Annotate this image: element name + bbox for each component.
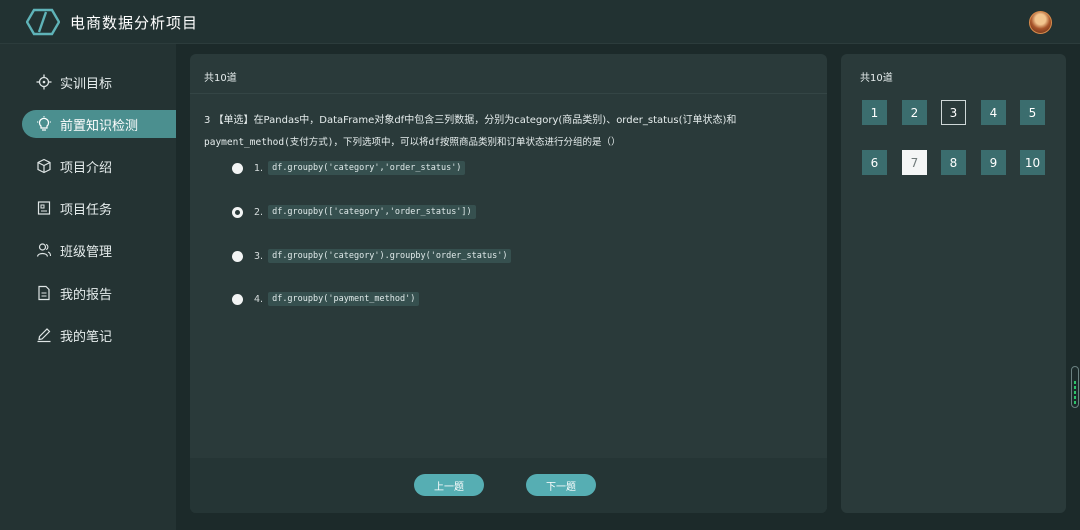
- scroll-indicator[interactable]: [1071, 366, 1079, 408]
- question-number: 3: [204, 115, 211, 126]
- question-nav-8[interactable]: 8: [941, 150, 966, 175]
- question-count: 共10道: [204, 73, 237, 84]
- navigator-count: 共10道: [860, 73, 893, 84]
- sidebar-item-my-notes[interactable]: 我的笔记: [22, 321, 176, 349]
- question-nav-2[interactable]: 2: [902, 100, 927, 125]
- question-text-line-1: 在Pandas中，DataFrame对象df中包含三列数据，分别为categor…: [253, 115, 737, 126]
- sidebar: 实训目标 前置知识检测 项目介绍 项目任务 班级管理 我的报告 我的笔记: [0, 44, 176, 530]
- question-nav-9[interactable]: 9: [981, 150, 1006, 175]
- lightbulb-icon: [37, 116, 51, 131]
- radio-button[interactable]: [232, 250, 243, 262]
- sidebar-item-label: 班级管理: [60, 244, 113, 260]
- question-nav-5[interactable]: 5: [1020, 100, 1045, 125]
- sidebar-item-my-reports[interactable]: 我的报告: [22, 279, 176, 307]
- option-code: df.groupby('category','order_status'): [268, 161, 466, 175]
- option-code: df.groupby(['category','order_status']): [268, 205, 476, 219]
- sidebar-item-label: 我的笔记: [60, 329, 113, 345]
- cube-icon: [37, 158, 51, 174]
- question-type: 【单选】: [213, 115, 254, 126]
- quiz-footer: 上一题 下一题: [190, 458, 827, 513]
- option-code: df.groupby('category').groupby('order_st…: [268, 249, 512, 263]
- sidebar-item-class-management[interactable]: 班级管理: [22, 236, 176, 264]
- sidebar-item-label: 项目介绍: [60, 160, 113, 176]
- sidebar-item-project-intro[interactable]: 项目介绍: [22, 152, 176, 180]
- option-number: 3.: [254, 250, 264, 262]
- question-nav-4[interactable]: 4: [981, 100, 1006, 125]
- question-nav-10[interactable]: 10: [1020, 150, 1045, 175]
- quiz-panel: 共10道 3 【单选】在Pandas中，DataFrame对象df中包含三列数据…: [190, 54, 827, 513]
- prev-question-button[interactable]: 上一题: [414, 474, 484, 496]
- question-nav-7[interactable]: 7: [902, 150, 927, 175]
- app-title: 电商数据分析项目: [70, 14, 199, 32]
- answer-option-2[interactable]: 2. df.groupby(['category','order_status'…: [232, 204, 476, 220]
- sidebar-item-project-tasks[interactable]: 项目任务: [22, 194, 176, 222]
- radio-button[interactable]: [232, 162, 243, 174]
- answer-option-4[interactable]: 4. df.groupby('payment_method'): [232, 291, 420, 307]
- hexagon-logo-icon[interactable]: [26, 8, 60, 36]
- question-navigator: 共10道 1 2 3 4 5 6 7 8 9 10: [841, 54, 1066, 513]
- sidebar-item-knowledge-check[interactable]: 前置知识检测: [22, 110, 176, 138]
- option-number: 4.: [254, 293, 264, 305]
- users-icon: [36, 243, 52, 257]
- sidebar-item-label: 项目任务: [60, 202, 113, 218]
- question-text: 3 【单选】在Pandas中，DataFrame对象df中包含三列数据，分别为c…: [204, 110, 804, 154]
- quiz-panel-header: 共10道: [190, 54, 827, 94]
- question-nav-6[interactable]: 6: [862, 150, 887, 175]
- answer-option-1[interactable]: 1. df.groupby('category','order_status'): [232, 160, 466, 176]
- option-number: 1.: [254, 162, 264, 174]
- sidebar-item-label: 前置知识检测: [60, 118, 139, 134]
- user-avatar[interactable]: [1029, 11, 1052, 34]
- pen-icon: [37, 328, 51, 343]
- option-number: 2.: [254, 206, 264, 218]
- answer-option-3[interactable]: 3. df.groupby('category').groupby('order…: [232, 248, 512, 264]
- sidebar-item-label: 我的报告: [60, 287, 113, 303]
- task-icon: [37, 201, 51, 215]
- option-code: df.groupby('payment_method'): [268, 292, 420, 306]
- next-question-button[interactable]: 下一题: [526, 474, 596, 496]
- app-header: 电商数据分析项目: [0, 0, 1080, 44]
- question-nav-3-current[interactable]: 3: [941, 100, 966, 125]
- sidebar-item-label: 实训目标: [60, 76, 113, 92]
- radio-button-selected[interactable]: [232, 206, 243, 218]
- question-nav-1[interactable]: 1: [862, 100, 887, 125]
- document-icon: [38, 285, 50, 301]
- sidebar-item-training-goals[interactable]: 实训目标: [22, 68, 176, 96]
- question-text-line-2: payment_method(支付方式)，下列选项中，可以将df按照商品类别和订…: [204, 137, 621, 148]
- target-icon: [36, 74, 52, 90]
- radio-button[interactable]: [232, 293, 243, 305]
